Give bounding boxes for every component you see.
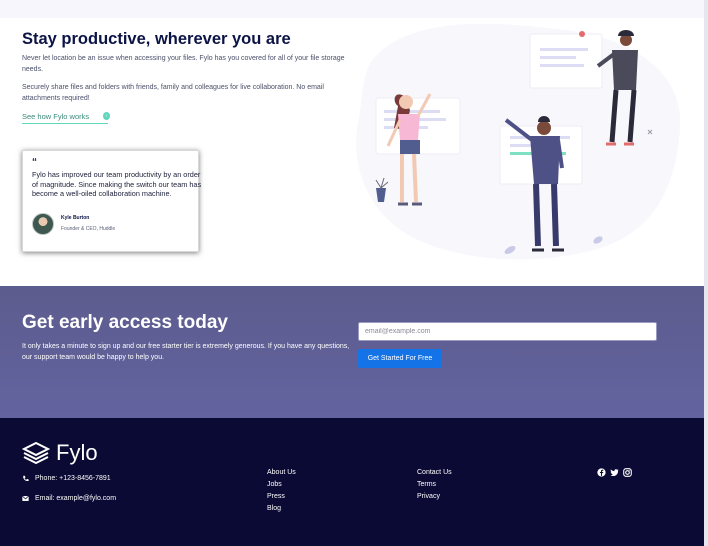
productive-paragraph-1: Never let location be an issue when acce… bbox=[22, 55, 345, 73]
fylo-logo[interactable]: Fylo bbox=[22, 440, 98, 466]
early-access-section: Get early access today It only takes a m… bbox=[0, 286, 704, 418]
instagram-icon[interactable] bbox=[623, 468, 632, 477]
social-links bbox=[597, 468, 632, 477]
mail-icon bbox=[22, 495, 29, 501]
footer-link-jobs[interactable]: Jobs bbox=[267, 479, 296, 491]
footer: Fylo Phone: +123-8456-7891 Email: exampl… bbox=[0, 418, 704, 546]
productive-section: Stay productive, wherever you are Never … bbox=[0, 18, 704, 286]
footer-link-contact[interactable]: Contact Us bbox=[417, 467, 452, 479]
testimonial-card: “ Fylo has improved our team productivit… bbox=[22, 150, 202, 252]
testimonial-name: Kyle Burton bbox=[61, 215, 90, 221]
phone-icon bbox=[23, 475, 29, 482]
facebook-icon[interactable] bbox=[597, 468, 606, 477]
testimonial-role: Founder & CEO, Huddle bbox=[61, 226, 116, 232]
top-strip bbox=[0, 0, 708, 18]
productive-title: Stay productive, wherever you are bbox=[22, 30, 291, 48]
testimonial-text: Fylo has improved our team productivity … bbox=[32, 170, 202, 199]
early-access-text: It only takes a minute to sign up and ou… bbox=[22, 343, 350, 361]
footer-link-privacy[interactable]: Privacy bbox=[417, 491, 452, 503]
see-how-link[interactable]: See how Fylo works › bbox=[22, 112, 110, 124]
twitter-icon[interactable] bbox=[610, 468, 619, 477]
footer-links-col-1: About Us Jobs Press Blog bbox=[267, 467, 296, 515]
get-started-button[interactable]: Get Started For Free bbox=[358, 349, 442, 368]
fylo-logo-icon bbox=[22, 441, 50, 465]
avatar bbox=[32, 213, 54, 235]
email-input[interactable] bbox=[358, 322, 657, 341]
productivity-illustration bbox=[356, 23, 681, 260]
phone-contact: Phone: +123-8456-7891 bbox=[22, 475, 111, 482]
footer-link-blog[interactable]: Blog bbox=[267, 503, 296, 515]
footer-link-terms[interactable]: Terms bbox=[417, 479, 452, 491]
productive-paragraph-2: Securely share files and folders with fr… bbox=[22, 84, 324, 102]
scrollbar-track[interactable] bbox=[704, 0, 708, 546]
arrow-right-icon: › bbox=[103, 112, 110, 120]
phone-text: Phone: +123-8456-7891 bbox=[35, 475, 111, 482]
email-text: Email: example@fylo.com bbox=[35, 495, 117, 502]
see-how-link-label: See how Fylo works bbox=[22, 112, 90, 121]
early-access-title: Get early access today bbox=[22, 312, 228, 333]
email-contact: Email: example@fylo.com bbox=[22, 495, 116, 502]
brand-name: Fylo bbox=[56, 440, 98, 465]
footer-link-about[interactable]: About Us bbox=[267, 467, 296, 479]
quote-icon: “ bbox=[32, 157, 37, 168]
footer-link-press[interactable]: Press bbox=[267, 491, 296, 503]
footer-links-col-2: Contact Us Terms Privacy bbox=[417, 467, 452, 503]
